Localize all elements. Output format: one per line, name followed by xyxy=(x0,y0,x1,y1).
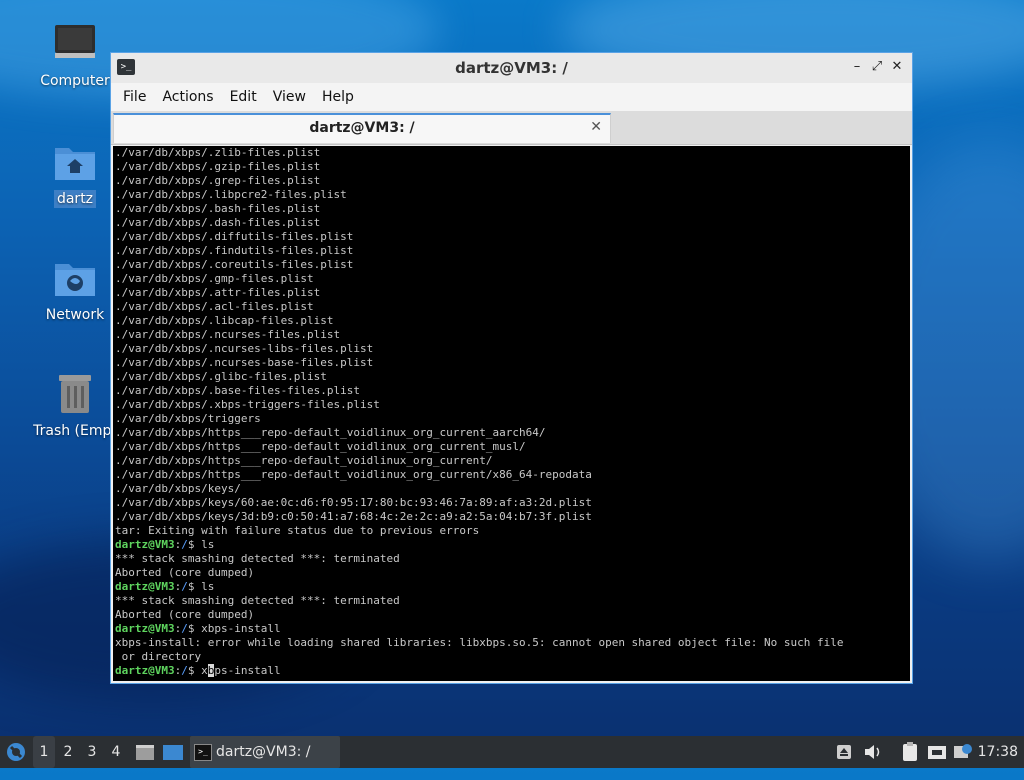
terminal-icon: >_ xyxy=(194,744,212,761)
terminal-prompt-line: dartz@VM3:/$ xbps-install xyxy=(115,664,281,677)
eject-icon xyxy=(837,745,851,759)
workspace-2[interactable]: 2 xyxy=(57,736,79,768)
terminal-line: tar: Exiting with failure status due to … xyxy=(115,524,480,537)
terminal-line: *** stack smashing detected ***: termina… xyxy=(115,594,400,607)
menu-bar: File Actions Edit View Help xyxy=(111,83,912,111)
update-notifier-icon xyxy=(954,744,972,758)
task-label: dartz@VM3: / xyxy=(216,744,311,760)
menu-actions[interactable]: Actions xyxy=(154,89,221,105)
terminal-prompt-line: dartz@VM3:/$ xbps-install xyxy=(115,622,281,635)
terminal-line: ./var/db/xbps/https___repo-default_voidl… xyxy=(115,440,526,453)
terminal-line: xbps-install: error while loading shared… xyxy=(115,636,844,649)
computer-icon xyxy=(53,22,97,66)
terminal-line: ./var/db/xbps/.zlib-files.plist xyxy=(115,146,321,159)
void-logo-icon xyxy=(7,743,25,761)
terminal-line: ./var/db/xbps/keys/ xyxy=(115,482,241,495)
terminal-line: ./var/db/xbps/triggers xyxy=(115,412,261,425)
tray-update-button[interactable] xyxy=(952,736,974,768)
tray-clipboard-button[interactable] xyxy=(900,736,920,768)
terminal-line: Aborted (core dumped) xyxy=(115,608,255,621)
terminal-prompt-line: dartz@VM3:/$ ls xyxy=(115,580,215,593)
tab-bar: dartz@VM3: / ✕ xyxy=(111,111,912,145)
workspace-4[interactable]: 4 xyxy=(105,736,127,768)
tray-network-button[interactable] xyxy=(926,736,948,768)
terminal-line: ./var/db/xbps/.ncurses-base-files.plist xyxy=(115,356,374,369)
command-text: ls xyxy=(201,580,215,593)
terminal-line: *** stack smashing detected ***: termina… xyxy=(115,552,400,565)
terminal-line: ./var/db/xbps/.dash-files.plist xyxy=(115,216,321,229)
terminal-line: ./var/db/xbps/.libpcre2-files.plist xyxy=(115,188,347,201)
command-text: ls xyxy=(201,538,215,551)
terminal-output[interactable]: ./var/db/xbps/.zlib-files.plist ./var/db/… xyxy=(113,146,910,681)
network-icon xyxy=(928,746,946,759)
terminal-line: ./var/db/xbps/.libcap-files.plist xyxy=(115,314,334,327)
show-desktop-button[interactable] xyxy=(162,736,184,768)
desktop-icon-label: Computer xyxy=(40,73,110,89)
terminal-line: ./var/db/xbps/keys/3d:b9:c0:50:41:a7:68:… xyxy=(115,510,592,523)
terminal-line: ./var/db/xbps/.gzip-files.plist xyxy=(115,160,321,173)
terminal-line: ./var/db/xbps/.bash-files.plist xyxy=(115,202,321,215)
terminal-line: ./var/db/xbps/.ncurses-files.plist xyxy=(115,328,341,341)
terminal-line: ./var/db/xbps/.glibc-files.plist xyxy=(115,370,327,383)
prompt-user-host: dartz@VM3 xyxy=(115,622,175,635)
terminal-line: ./var/db/xbps/.gmp-files.plist xyxy=(115,272,314,285)
tab-title: dartz@VM3: / xyxy=(309,120,415,136)
terminal-line: or directory xyxy=(115,650,202,663)
terminal-line: ./var/db/xbps/keys/60:ae:0c:d6:f0:95:17:… xyxy=(115,496,592,509)
network-folder-icon xyxy=(53,256,97,300)
terminal-lines: ./var/db/xbps/.zlib-files.plist ./var/db/… xyxy=(113,146,910,678)
taskbar: 1 2 3 4 >_ dartz@VM3: / 17:38 xyxy=(0,736,1024,768)
desktop-icon-label: dartz xyxy=(53,190,97,208)
prompt-user-host: dartz@VM3 xyxy=(115,538,175,551)
terminal-line: ./var/db/xbps/.attr-files.plist xyxy=(115,286,321,299)
window-title: dartz@VM3: / xyxy=(455,59,568,77)
terminal-line: ./var/db/xbps/.coreutils-files.plist xyxy=(115,258,354,271)
desktop-icon-label: Network xyxy=(45,307,105,323)
trash-icon xyxy=(53,372,97,416)
terminal-line: ./var/db/xbps/.xbps-triggers-files.plist xyxy=(115,398,380,411)
window-titlebar[interactable]: >_ dartz@VM3: / – ⤢ ✕ xyxy=(111,53,912,83)
workspace-3[interactable]: 3 xyxy=(81,736,103,768)
desktop-icon-label: Trash (Empt xyxy=(33,423,117,439)
terminal-line: ./var/db/xbps/.diffutils-files.plist xyxy=(115,230,354,243)
terminal-line: ./var/db/xbps/.acl-files.plist xyxy=(115,300,314,313)
taskbar-task-terminal[interactable]: >_ dartz@VM3: / xyxy=(190,736,340,768)
command-text: xbps-install xyxy=(201,664,281,677)
menu-file[interactable]: File xyxy=(115,89,154,105)
prompt-user-host: dartz@VM3 xyxy=(115,664,175,677)
terminal-line: Aborted (core dumped) xyxy=(115,566,255,579)
command-text: xbps-install xyxy=(201,622,281,635)
start-menu-button[interactable] xyxy=(4,736,28,768)
menu-edit[interactable]: Edit xyxy=(222,89,265,105)
workspace-1[interactable]: 1 xyxy=(33,736,55,768)
clock[interactable]: 17:38 xyxy=(978,736,1018,768)
terminal-line: ./var/db/xbps/.findutils-files.plist xyxy=(115,244,354,257)
tab-close-icon[interactable]: ✕ xyxy=(590,119,602,135)
terminal-line: ./var/db/xbps/.ncurses-libs-files.plist xyxy=(115,342,374,355)
file-manager-launcher[interactable] xyxy=(134,736,156,768)
close-button[interactable]: ✕ xyxy=(888,58,906,76)
menu-help[interactable]: Help xyxy=(314,89,362,105)
home-folder-icon xyxy=(53,140,97,184)
terminal-line: ./var/db/xbps/.grep-files.plist xyxy=(115,174,321,187)
folder-icon xyxy=(136,745,154,760)
text-cursor: b xyxy=(207,664,215,677)
tab-terminal[interactable]: dartz@VM3: / ✕ xyxy=(113,113,611,143)
tray-volume-button[interactable] xyxy=(862,736,884,768)
minimize-button[interactable]: – xyxy=(848,58,866,76)
desktop-icon xyxy=(163,745,183,760)
terminal-line: ./var/db/xbps/https___repo-default_voidl… xyxy=(115,426,546,439)
terminal-prompt-line: dartz@VM3:/$ ls xyxy=(115,538,215,551)
volume-icon xyxy=(865,745,880,759)
terminal-line: ./var/db/xbps/.base-files-files.plist xyxy=(115,384,361,397)
terminal-window: >_ dartz@VM3: / – ⤢ ✕ File Actions Edit … xyxy=(110,52,913,684)
terminal-line: ./var/db/xbps/https___repo-default_voidl… xyxy=(115,468,592,481)
terminal-line: ./var/db/xbps/https___repo-default_voidl… xyxy=(115,454,493,467)
tray-eject-button[interactable] xyxy=(834,736,854,768)
menu-view[interactable]: View xyxy=(265,89,314,105)
maximize-button[interactable]: ⤢ xyxy=(868,58,886,76)
clipboard-icon xyxy=(903,742,917,761)
prompt-user-host: dartz@VM3 xyxy=(115,580,175,593)
